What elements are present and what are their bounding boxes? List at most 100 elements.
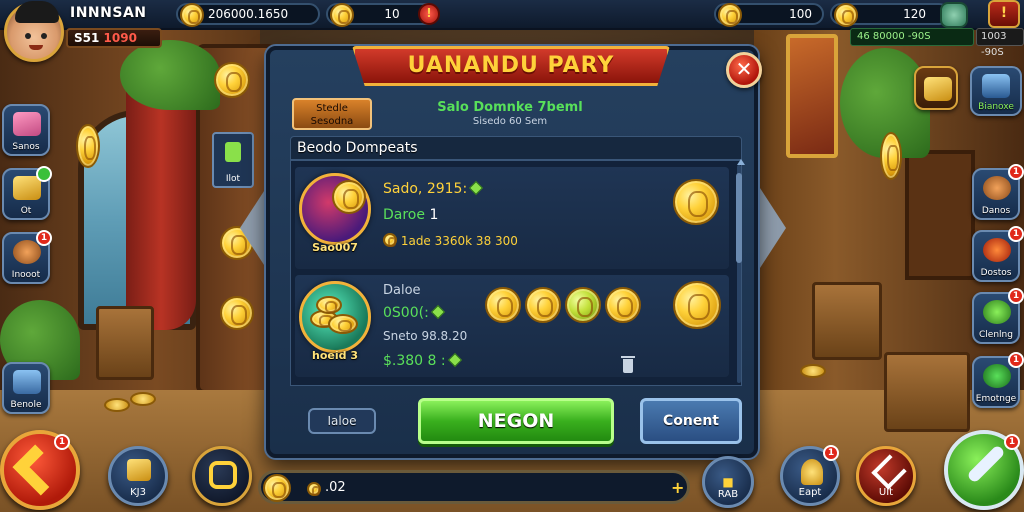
notification-badge: 1 [1008,226,1024,242]
gold-bars-icon [13,176,41,200]
small-coin-icon [307,482,321,496]
notification-badge: 1 [1008,288,1024,304]
modal-subtitle-secondary: Sisedo 60 Sem [472,116,548,127]
reward-detail: Daroe 1 [383,207,439,223]
modal-title: UANANDU PARY [352,46,670,86]
scrollbar-thumb[interactable] [736,173,742,263]
wall-coin-decoration [76,124,100,168]
reward-list: Sao007 Sado, 2915: Daroe 1 1ade 3360k 38… [290,159,745,386]
reward-row[interactable]: hoeid 3 Daloe 0S00(: Sneto 98.8.20 $.380… [295,275,729,377]
reward-title: Daloe [383,283,421,298]
bottom-button-box[interactable]: KJ3 [108,446,168,506]
robot-icon [209,461,237,489]
emerald-icon [983,364,1011,388]
chest-icon [13,370,41,394]
notification-badge: 1 [36,230,52,246]
coin-counter-fourth[interactable]: 120 [830,3,950,27]
reward-thumb-label: Sao007 [312,241,358,254]
floor-coin-decoration [130,392,156,406]
bottom-button-stats[interactable]: ■ RAB [702,456,754,508]
crate-decoration [96,306,154,380]
event-modal: UANANDU PARY ✕ Stedle Sesodna Salo Domnk… [266,46,762,458]
notification-badge: 1 [1004,434,1020,450]
reward-title: Sado, 2915: [383,180,484,197]
left-menu-item-0[interactable]: Sanos [2,104,50,156]
gold-coin-icon [180,3,204,27]
chat-input-bar[interactable]: .02 + [258,470,690,504]
back-button[interactable]: 1 [0,430,80,510]
player-avatar[interactable] [4,1,64,62]
chat-value: .02 [325,480,346,495]
gold-coin-icon [330,3,354,27]
gold-coin-icon [383,233,397,247]
gold-box-icon [127,459,151,481]
close-button[interactable]: ✕ [726,52,762,88]
settings-icon[interactable] [940,2,968,28]
right-menu-item-0[interactable] [914,66,958,110]
scrollbar[interactable] [736,165,742,383]
shop-exclamation-button[interactable]: ! [988,0,1020,28]
wall-coin-decoration [220,296,254,330]
left-menu-item-3[interactable]: Benole [2,362,50,414]
coin-counter-third-value: 100 [789,7,812,21]
reward-detail: 0S00(: [383,304,445,321]
background-painting [786,34,838,158]
player-name: INNNSAN [70,5,147,21]
section-title: Beodo Dompeats [290,136,742,160]
background-shelf [905,150,975,280]
bottom-button-battle[interactable]: UIt [856,446,916,506]
bottom-button-event[interactable]: Eapt 1 [780,445,840,506]
attack-button[interactable]: 1 [944,430,1024,510]
event-info-strip: 1003 -90S [976,28,1024,58]
coin-counter-third[interactable]: 100 [714,3,824,27]
reward-row[interactable]: Sao007 Sado, 2915: Daroe 1 1ade 3360k 38… [295,167,729,269]
crate-decoration [884,352,970,432]
pirate-hat-icon [15,1,59,23]
big-coin-icon[interactable] [673,179,719,225]
crate-decoration [812,282,882,360]
right-menu-item-1[interactable]: Bianoxe [970,66,1022,116]
fire-orb-icon [983,238,1011,262]
right-menu-item-5[interactable]: Emotnge 1 [972,352,1024,408]
dog-icon [983,176,1011,200]
notification-badge: 1 [1008,352,1024,368]
add-coins-button[interactable]: ! [418,3,440,25]
left-menu-item-1[interactable]: Ot [2,166,52,220]
gold-coin-icon [605,287,641,323]
bottom-button-robot[interactable] [192,446,252,506]
gold-coin-icon [263,474,291,502]
primary-confirm-button[interactable]: NEGON [418,398,614,444]
right-menu-item-3[interactable]: Dostos 1 [972,226,1024,282]
back-arrow-icon [12,444,64,496]
secondary-action-button[interactable]: Conent [640,398,742,444]
gem-icon [430,304,445,320]
gold-coin-icon [485,287,521,323]
coin-row [485,287,645,327]
reward-thumb-label: hoeid 3 [312,349,358,362]
bell-icon [801,459,823,485]
modal-tag[interactable]: Stedle Sesodna [292,98,372,130]
card-coin-icon [299,173,371,245]
big-coin-icon[interactable] [673,281,721,329]
sword-icon [871,454,907,490]
gold-coin-icon [525,287,561,323]
potion-icon [13,112,41,136]
floor-coin-decoration [104,398,130,412]
pet-icon [13,240,41,264]
wall-coin-decoration [880,132,902,180]
gem-icon [447,352,462,368]
right-menu-item-2[interactable]: Danos 1 [972,164,1024,220]
green-gem-icon [983,300,1011,324]
right-menu-item-4[interactable]: Clenlng 1 [972,288,1024,344]
player-level-value: 1090 [103,31,137,45]
modal-subtitle: Salo Domnke 7beml [437,100,583,115]
plus-icon[interactable]: + [671,478,684,497]
green-coin-icon [565,287,601,323]
treasure-chest-icon [982,74,1010,98]
trash-icon[interactable] [621,356,635,373]
secondary-small-button[interactable]: Ialoe [308,408,376,434]
coin-counter-main[interactable]: 206000.1650 [176,3,320,27]
left-menu-item-2[interactable]: Inooot 1 [2,230,52,284]
plant-decoration [120,40,220,110]
reward-cost: 1ade 3360k 38 300 [383,233,518,248]
